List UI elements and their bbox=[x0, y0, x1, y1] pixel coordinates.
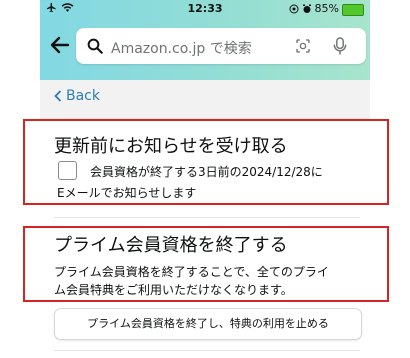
alarm-icon bbox=[302, 4, 311, 13]
end-desc-line2: ム会員特典をご利用いただけなくなります。 bbox=[54, 283, 293, 297]
back-link[interactable]: Back bbox=[54, 88, 100, 104]
back-bar: Back bbox=[40, 80, 370, 119]
end-desc-line1: プライム会員資格を終了することで、全てのプライ bbox=[54, 265, 329, 279]
battery-percent: 85% bbox=[314, 2, 339, 15]
search-placeholder: Amazon.co.jp で検索 bbox=[111, 41, 252, 57]
search-icon bbox=[87, 38, 103, 54]
arrow-left-icon[interactable] bbox=[48, 33, 72, 57]
divider bbox=[54, 350, 360, 351]
divider bbox=[54, 217, 360, 218]
microphone-icon[interactable] bbox=[332, 36, 348, 56]
location-icon bbox=[289, 4, 299, 13]
search-input[interactable]: Amazon.co.jp で検索 bbox=[76, 28, 366, 64]
status-right: 85% bbox=[289, 2, 364, 16]
camera-scan-icon[interactable] bbox=[294, 37, 312, 55]
search-row: Amazon.co.jp で検索 bbox=[40, 24, 370, 68]
end-membership-button[interactable]: プライム会員資格を終了し、特典の利用を止める bbox=[54, 308, 362, 340]
notify-text-line2: Eメールでお知らせします bbox=[57, 186, 197, 200]
notify-section-title: 更新前にお知らせを受け取る bbox=[54, 136, 288, 157]
back-label: Back bbox=[66, 88, 100, 104]
chevron-left-icon bbox=[54, 90, 62, 102]
phone-screen: 12:33 85% Amazon.co.jp で検索 Back 更新前にお知らせ… bbox=[40, 0, 370, 358]
notify-text-line1: 会員資格が終了する3日前の2024/12/28に bbox=[90, 165, 323, 179]
end-section-title: プライム会員資格を終了する bbox=[54, 235, 288, 256]
status-bar: 12:33 85% bbox=[40, 0, 370, 18]
battery-icon bbox=[342, 3, 364, 16]
notify-checkbox[interactable] bbox=[58, 161, 77, 180]
header: 12:33 85% Amazon.co.jp で検索 bbox=[40, 0, 370, 80]
